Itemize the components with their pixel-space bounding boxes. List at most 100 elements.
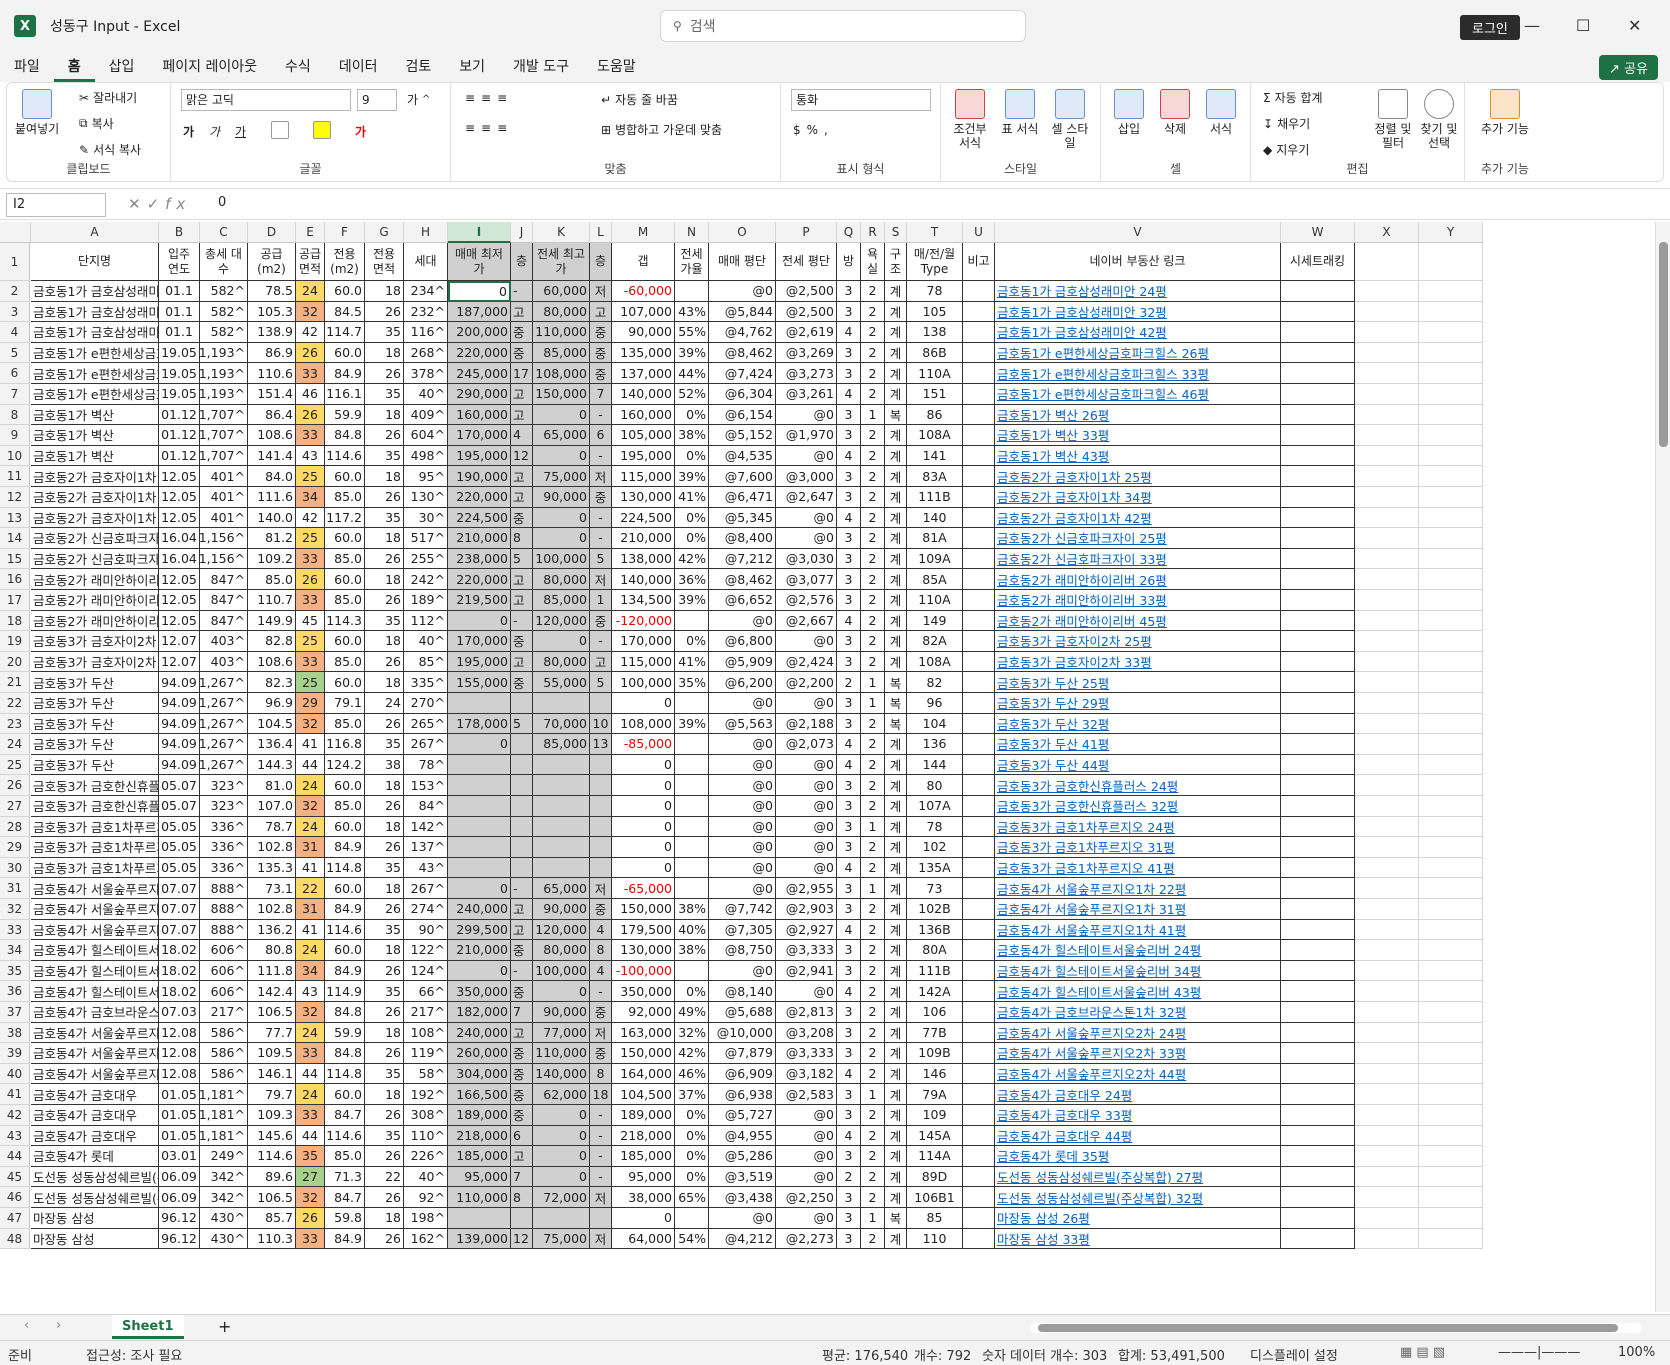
table-cell[interactable] <box>1281 1084 1355 1105</box>
table-cell[interactable] <box>963 610 995 632</box>
table-cell[interactable]: 140.0 <box>248 507 296 529</box>
table-cell[interactable]: 44 <box>296 1125 325 1147</box>
column-header[interactable]: C <box>200 222 248 243</box>
column-header[interactable]: H <box>404 222 448 243</box>
table-cell[interactable] <box>675 693 709 714</box>
naver-link-cell[interactable]: 금호동1가 e편한세상금호파크힐스 46평 <box>995 384 1281 405</box>
table-cell[interactable]: 84.9 <box>325 837 365 858</box>
table-cell[interactable]: 12 <box>511 445 533 467</box>
table-cell[interactable] <box>963 548 995 570</box>
table-cell[interactable]: 2 <box>837 672 861 693</box>
menu-item[interactable]: 보기 <box>445 52 499 82</box>
table-cell[interactable]: 108A <box>907 651 963 673</box>
table-cell[interactable]: 40^ <box>404 384 448 405</box>
table-cell[interactable]: 복 <box>885 672 907 693</box>
table-cell[interactable]: 43 <box>296 445 325 467</box>
table-cell[interactable]: 106.5 <box>248 1187 296 1208</box>
table-cell[interactable]: 85.0 <box>325 651 365 673</box>
table-cell[interactable]: 중 <box>590 322 612 343</box>
table-cell[interactable]: 162^ <box>404 1228 448 1250</box>
table-cell[interactable]: 95,000 <box>448 1166 511 1188</box>
table-cell[interactable] <box>1355 569 1419 590</box>
table-cell[interactable]: 35% <box>675 672 709 693</box>
table-cell[interactable]: 1 <box>861 1084 885 1105</box>
row-header[interactable]: 34 <box>0 940 30 961</box>
table-cell[interactable]: 96.12 <box>159 1228 200 1250</box>
naver-link-cell[interactable]: 마장동 삼성 33평 <box>995 1228 1281 1250</box>
table-cell[interactable]: @8,750 <box>709 940 776 961</box>
table-cell[interactable]: 0 <box>533 1166 590 1188</box>
table-cell[interactable]: 계 <box>885 1105 907 1126</box>
row-header[interactable]: 28 <box>0 816 30 838</box>
table-cell[interactable]: @8,140 <box>709 981 776 1002</box>
table-cell[interactable]: 517^ <box>404 528 448 549</box>
table-cell[interactable] <box>1419 1187 1483 1208</box>
column-header[interactable]: X <box>1355 222 1419 243</box>
naver-link-cell[interactable]: 금호동3가 금호자이2차 33평 <box>995 651 1281 673</box>
column-header[interactable]: Y <box>1419 222 1483 243</box>
table-cell[interactable]: 60,000 <box>533 281 590 302</box>
table-cell[interactable]: 59.8 <box>325 1208 365 1229</box>
table-cell[interactable]: 267^ <box>404 734 448 755</box>
table-cell[interactable]: 2 <box>861 1002 885 1023</box>
table-cell[interactable]: 80.8 <box>248 940 296 961</box>
table-cell[interactable]: 35 <box>296 1146 325 1167</box>
table-cell[interactable]: 1,193^ <box>200 342 248 364</box>
table-cell[interactable]: 금호동1가 금호삼성래미안 <box>31 281 159 302</box>
table-cell[interactable]: 고 <box>511 919 533 941</box>
table-cell[interactable]: 336^ <box>200 857 248 879</box>
table-cell[interactable] <box>1355 590 1419 611</box>
table-cell[interactable] <box>1281 404 1355 426</box>
table-cell[interactable]: 4 <box>837 384 861 405</box>
table-cell[interactable]: 39% <box>675 466 709 487</box>
table-cell[interactable] <box>1355 1002 1419 1023</box>
table-cell[interactable]: 0% <box>675 507 709 529</box>
table-cell[interactable] <box>1355 301 1419 323</box>
table-cell[interactable]: 26 <box>365 1105 404 1126</box>
table-cell[interactable]: 8 <box>511 1187 533 1208</box>
table-cell[interactable]: @6,154 <box>709 404 776 426</box>
paste-button[interactable]: 붙여넣기 <box>15 89 59 136</box>
table-cell[interactable]: - <box>511 281 533 302</box>
table-cell[interactable]: 82.3 <box>248 672 296 693</box>
row-header[interactable]: 44 <box>0 1146 30 1167</box>
table-cell[interactable]: 0 <box>533 507 590 529</box>
table-cell[interactable]: 금호동3가 금호한신휴플러스 <box>31 775 159 796</box>
table-cell[interactable] <box>963 363 995 384</box>
table-cell[interactable]: 1,181^ <box>200 1105 248 1126</box>
table-cell[interactable]: 금호동3가 금호1차푸르지오 <box>31 816 159 838</box>
table-cell[interactable]: 220,000 <box>448 569 511 590</box>
table-cell[interactable]: 39% <box>675 590 709 611</box>
table-cell[interactable]: 75,000 <box>533 466 590 487</box>
table-cell[interactable]: 2 <box>861 1043 885 1064</box>
table-cell[interactable]: 268^ <box>404 342 448 364</box>
table-cell[interactable] <box>675 837 709 858</box>
table-cell[interactable]: 계 <box>885 1187 907 1208</box>
table-cell[interactable]: 342^ <box>200 1187 248 1208</box>
table-cell[interactable]: 606^ <box>200 940 248 961</box>
table-cell[interactable]: 151 <box>907 384 963 405</box>
table-cell[interactable]: @1,970 <box>776 425 837 446</box>
table-cell[interactable]: 3 <box>837 899 861 920</box>
table-cell[interactable]: 12.05 <box>159 590 200 611</box>
row-header[interactable]: 31 <box>0 878 30 899</box>
table-cell[interactable]: 114A <box>907 1146 963 1167</box>
table-cell[interactable]: @3,077 <box>776 569 837 590</box>
row-header[interactable]: 47 <box>0 1208 30 1229</box>
table-cell[interactable]: 금호동3가 금호한신휴플러스 <box>31 796 159 817</box>
table-cell[interactable]: 계 <box>885 754 907 776</box>
table-cell[interactable]: 0 <box>612 754 675 776</box>
table-cell[interactable]: 304,000 <box>448 1063 511 1085</box>
horizontal-scroll-thumb[interactable] <box>1038 1324 1618 1332</box>
table-cell[interactable]: @2,813 <box>776 1002 837 1023</box>
table-cell[interactable]: 4 <box>837 981 861 1002</box>
table-cell[interactable]: 350,000 <box>612 981 675 1002</box>
table-cell[interactable]: 46 <box>296 384 325 405</box>
table-cell[interactable] <box>1419 816 1483 838</box>
table-cell[interactable]: 290,000 <box>448 384 511 405</box>
table-cell[interactable] <box>1419 837 1483 858</box>
table-cell[interactable] <box>675 610 709 632</box>
table-cell[interactable]: 260,000 <box>448 1043 511 1064</box>
table-cell[interactable]: 4 <box>837 610 861 632</box>
table-cell[interactable] <box>1419 693 1483 714</box>
